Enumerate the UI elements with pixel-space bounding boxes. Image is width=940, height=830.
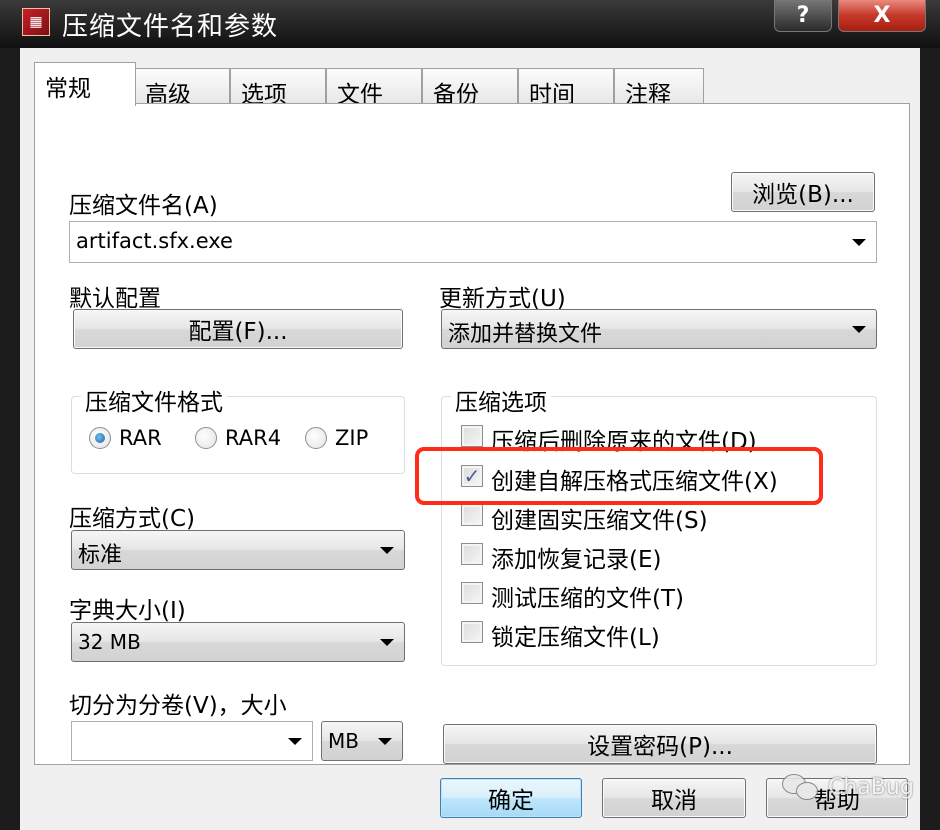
general-tab-panel: 压缩文件名(A) 浏览(B)... artifact.sfx.exe 默认配置 … — [34, 103, 910, 765]
compression-method-value: 标准 — [78, 543, 123, 568]
chevron-down-icon[interactable] — [378, 738, 392, 745]
tab-advanced[interactable]: 高级 — [134, 68, 230, 108]
window-border-left — [0, 48, 20, 830]
tab-label: 常规 — [45, 76, 91, 102]
rar-radio[interactable] — [89, 427, 111, 449]
lock-archive-label[interactable]: 锁定压缩文件(L) — [491, 618, 660, 652]
split-volumes-label: 切分为分卷(V)，大小 — [69, 693, 287, 719]
compression-method-label: 压缩方式(C) — [69, 506, 196, 532]
chevron-down-icon[interactable] — [380, 547, 394, 554]
add-recovery-record-label[interactable]: 添加恢复记录(E) — [491, 540, 661, 574]
cancel-button[interactable]: 取消 — [602, 778, 746, 818]
compression-method-dropdown[interactable]: 标准 — [71, 530, 405, 570]
dictionary-size-value: 32 MB — [78, 630, 141, 654]
dictionary-size-dropdown[interactable]: 32 MB — [71, 622, 405, 662]
help-title-button[interactable]: ? — [774, 0, 832, 32]
tab-comment[interactable]: 注释 — [614, 68, 704, 108]
window-title: 压缩文件名和参数 — [62, 12, 279, 42]
split-volumes-size-combo[interactable] — [71, 721, 313, 761]
create-solid-archive-label[interactable]: 创建固实压缩文件(S) — [491, 501, 708, 535]
create-sfx-checkbox[interactable]: ✓ — [461, 465, 483, 487]
create-solid-archive-checkbox[interactable] — [461, 504, 483, 526]
delete-after-archiving-checkbox[interactable] — [461, 425, 483, 447]
rar4-radio[interactable] — [195, 427, 217, 449]
archive-format-title: 压缩文件格式 — [81, 383, 227, 417]
tab-time[interactable]: 时间 — [518, 68, 614, 108]
chevron-down-icon[interactable] — [852, 239, 866, 246]
rar-radio-label[interactable]: RAR — [119, 426, 162, 450]
wechat-icon — [782, 772, 822, 802]
add-recovery-record-checkbox[interactable] — [461, 543, 483, 565]
ok-button[interactable]: 确定 — [440, 778, 582, 818]
chevron-down-icon[interactable] — [852, 326, 866, 333]
zip-radio-label[interactable]: ZIP — [335, 426, 368, 450]
dialog-window: ▦ 压缩文件名和参数 ? X 常规 高级 选项 文件 备份 时间 注释 压缩文件… — [0, 0, 940, 830]
browse-button[interactable]: 浏览(B)... — [731, 172, 875, 212]
test-archived-files-checkbox[interactable] — [461, 582, 483, 604]
set-password-button[interactable]: 设置密码(P)... — [443, 724, 877, 764]
chevron-down-icon[interactable] — [380, 639, 394, 646]
watermark: ChaBug — [782, 772, 914, 802]
zip-radio[interactable] — [305, 427, 327, 449]
archive-name-label: 压缩文件名(A) — [69, 193, 218, 219]
archive-name-value: artifact.sfx.exe — [76, 229, 233, 253]
checkmark-icon: ✓ — [463, 464, 481, 488]
lock-archive-checkbox[interactable] — [461, 621, 483, 643]
window-border-right — [920, 48, 940, 830]
dictionary-size-label: 字典大小(I) — [69, 598, 186, 624]
winrar-icon: ▦ — [22, 8, 50, 36]
delete-after-archiving-label[interactable]: 压缩后删除原来的文件(D) — [491, 422, 757, 456]
title-bar[interactable]: ▦ 压缩文件名和参数 ? X — [0, 0, 940, 48]
close-button[interactable]: X — [838, 0, 926, 32]
default-profile-label: 默认配置 — [69, 286, 161, 312]
test-archived-files-label[interactable]: 测试压缩的文件(T) — [491, 579, 684, 613]
split-volumes-unit: MB — [328, 729, 359, 753]
archive-name-combo[interactable]: artifact.sfx.exe — [69, 221, 877, 263]
update-mode-value: 添加并替换文件 — [448, 322, 603, 347]
profiles-button[interactable]: 配置(F)... — [73, 309, 403, 349]
update-mode-dropdown[interactable]: 添加并替换文件 — [441, 309, 877, 349]
update-mode-label: 更新方式(U) — [439, 286, 566, 312]
tab-options[interactable]: 选项 — [230, 68, 326, 108]
tab-general[interactable]: 常规 — [34, 62, 136, 106]
chevron-down-icon[interactable] — [288, 738, 302, 745]
tab-backup[interactable]: 备份 — [422, 68, 518, 108]
split-volumes-unit-dropdown[interactable]: MB — [321, 721, 403, 761]
tab-files[interactable]: 文件 — [326, 68, 422, 108]
create-sfx-label[interactable]: 创建自解压格式压缩文件(X) — [491, 462, 778, 496]
rar4-radio-label[interactable]: RAR4 — [225, 426, 281, 450]
watermark-text: ChaBug — [828, 774, 914, 800]
archive-options-title: 压缩选项 — [451, 383, 551, 417]
dialog-client-area: 常规 高级 选项 文件 备份 时间 注释 压缩文件名(A) 浏览(B)... a… — [20, 48, 920, 830]
